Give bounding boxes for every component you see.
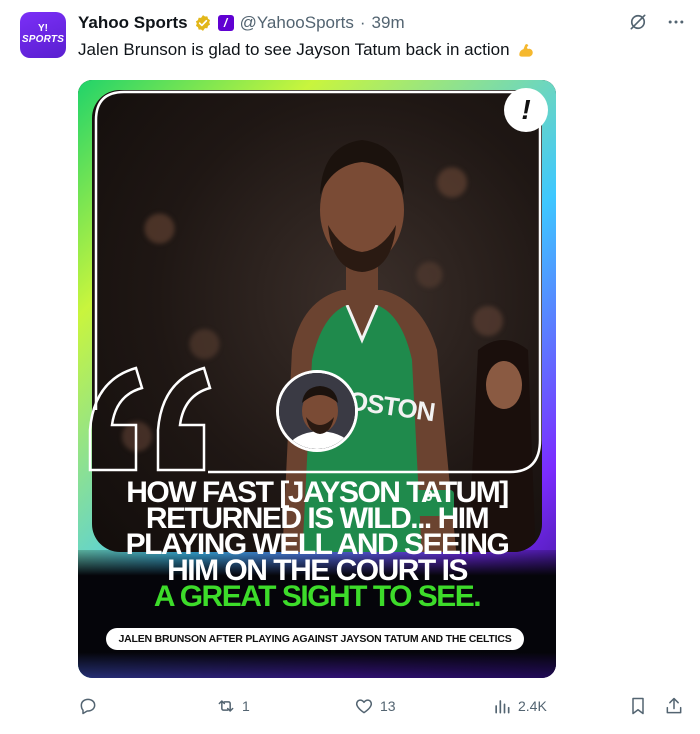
author-name[interactable]: Yahoo Sports — [78, 13, 188, 33]
retweet-button[interactable]: 1 — [216, 696, 250, 716]
tweet-text: Jalen Brunson is glad to see Jayson Tatu… — [78, 40, 536, 60]
author-handle[interactable]: @YahooSports — [240, 13, 354, 33]
avatar-text: SPORTS — [21, 34, 65, 45]
brunson-inset-photo — [276, 370, 358, 452]
flexed-biceps-icon — [518, 44, 533, 57]
author-avatar[interactable]: Y! SPORTS — [20, 12, 66, 58]
more-icon[interactable] — [666, 12, 686, 32]
avatar-mark: Y! — [38, 23, 48, 34]
views-button[interactable]: 2.4K — [492, 696, 547, 716]
quote-mark-icon — [88, 366, 212, 472]
separator-dot: · — [359, 13, 366, 32]
media-image[interactable]: BOSTON 0 ! HOW FAST [JAYSON TATUM] RETUR… — [78, 80, 556, 678]
reply-icon — [80, 698, 96, 715]
bookmark-icon — [632, 697, 644, 715]
like-icon — [355, 699, 373, 714]
retweet-count: 1 — [242, 698, 250, 714]
share-button[interactable] — [664, 696, 684, 716]
verified-gold-icon — [195, 15, 210, 31]
bookmark-button[interactable] — [628, 696, 648, 716]
tweet-header: Yahoo Sports / @YahooSports · 39m — [78, 12, 405, 34]
views-icon — [495, 700, 510, 714]
tweet-top-actions — [628, 12, 686, 32]
like-count: 13 — [380, 698, 396, 714]
tweet-body: Jalen Brunson is glad to see Jayson Tatu… — [78, 40, 510, 59]
timestamp[interactable]: 39m — [372, 13, 405, 33]
quote-block: HOW FAST [JAYSON TATUM] RETURNED IS WILD… — [78, 478, 556, 613]
attribution-pill: JALEN BRUNSON AFTER PLAYING AGAINST JAYS… — [106, 628, 524, 650]
like-button[interactable]: 13 — [354, 696, 396, 716]
views-count: 2.4K — [518, 698, 547, 714]
alert-badge: ! — [504, 88, 548, 132]
engagement-bar: 1 13 2.4K — [78, 694, 686, 718]
grok-icon[interactable] — [628, 12, 648, 32]
share-icon — [666, 697, 682, 714]
reply-button[interactable] — [78, 696, 104, 716]
affiliate-badge-icon: / — [217, 15, 234, 31]
quote-highlight: A GREAT SIGHT TO SEE. — [153, 580, 482, 613]
retweet-icon — [218, 700, 234, 712]
